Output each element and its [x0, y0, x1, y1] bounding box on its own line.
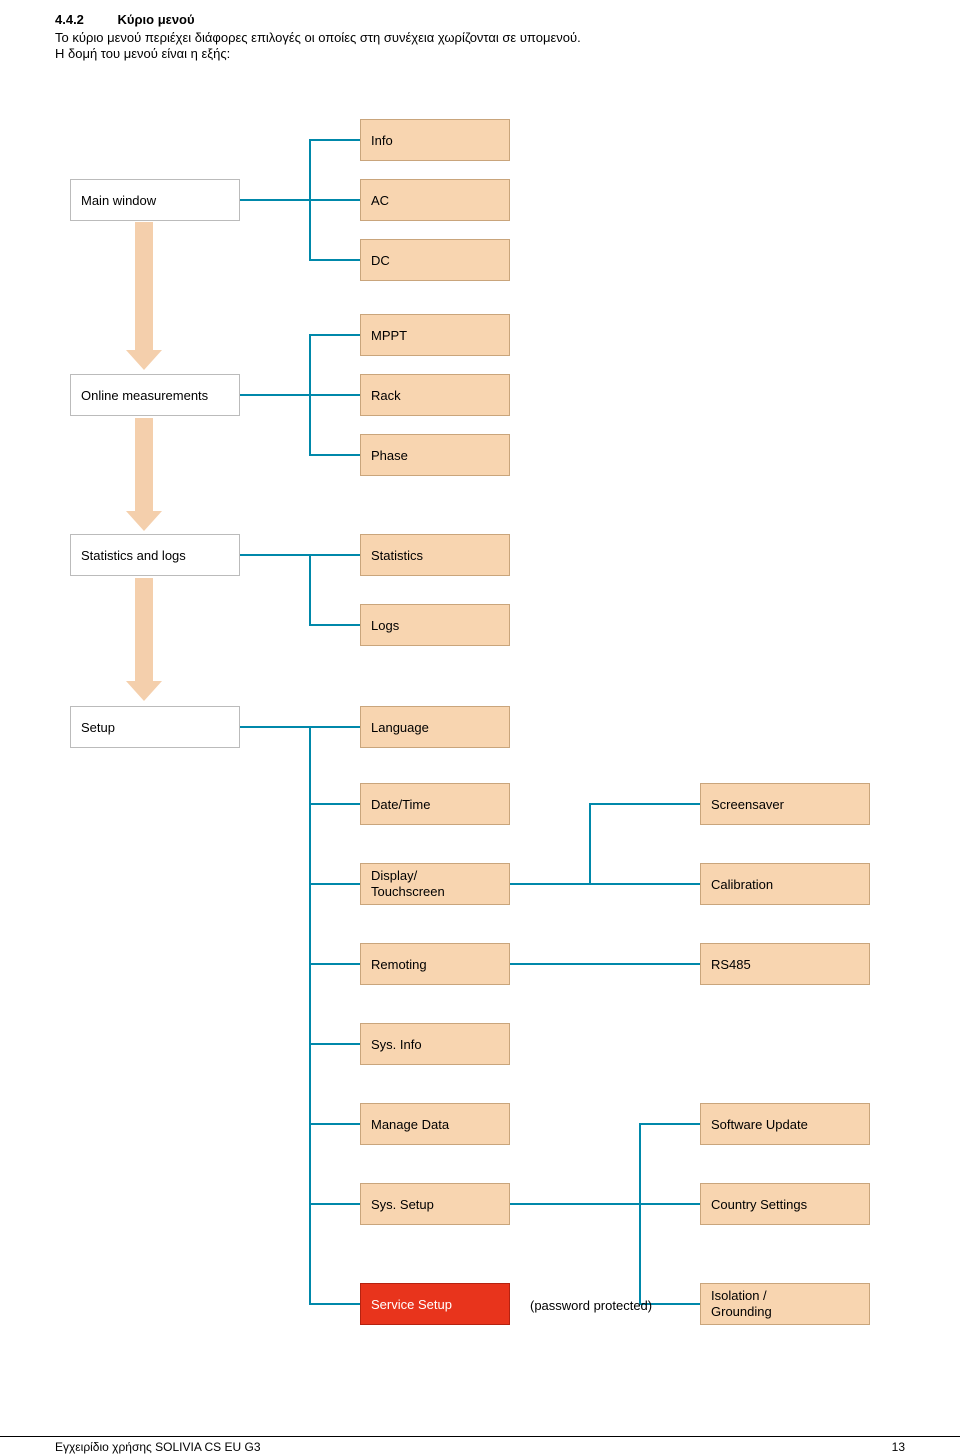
node-date-time: Date/Time: [360, 783, 510, 825]
node-rs485: RS485: [700, 943, 870, 985]
node-remoting: Remoting: [360, 943, 510, 985]
node-online-measurements: Online measurements: [70, 374, 240, 416]
node-logs: Logs: [360, 604, 510, 646]
password-protected-note: (password protected): [530, 1298, 652, 1313]
footer-page-number: 13: [892, 1440, 905, 1454]
node-phase: Phase: [360, 434, 510, 476]
node-isolation-grounding: Isolation / Grounding: [700, 1283, 870, 1325]
node-manage-data: Manage Data: [360, 1103, 510, 1145]
node-main-window: Main window: [70, 179, 240, 221]
footer-left: Εγχειρίδιο χρήσης SOLIVIA CS EU G3: [55, 1440, 261, 1454]
node-setup: Setup: [70, 706, 240, 748]
node-ac: AC: [360, 179, 510, 221]
node-statistics-and-logs: Statistics and logs: [70, 534, 240, 576]
node-language: Language: [360, 706, 510, 748]
node-sys-info: Sys. Info: [360, 1023, 510, 1065]
node-sys-setup: Sys. Setup: [360, 1183, 510, 1225]
node-screensaver: Screensaver: [700, 783, 870, 825]
node-dc: DC: [360, 239, 510, 281]
flow-arrow-icon: [135, 418, 153, 513]
node-service-setup: Service Setup: [360, 1283, 510, 1325]
page-footer: Εγχειρίδιο χρήσης SOLIVIA CS EU G3 13: [0, 1436, 960, 1440]
node-statistics: Statistics: [360, 534, 510, 576]
node-rack: Rack: [360, 374, 510, 416]
node-info: Info: [360, 119, 510, 161]
node-mppt: MPPT: [360, 314, 510, 356]
node-calibration: Calibration: [700, 863, 870, 905]
node-display-touchscreen: Display/ Touchscreen: [360, 863, 510, 905]
flow-arrow-icon: [135, 578, 153, 683]
flow-arrow-icon: [135, 222, 153, 352]
node-software-update: Software Update: [700, 1103, 870, 1145]
node-country-settings: Country Settings: [700, 1183, 870, 1225]
